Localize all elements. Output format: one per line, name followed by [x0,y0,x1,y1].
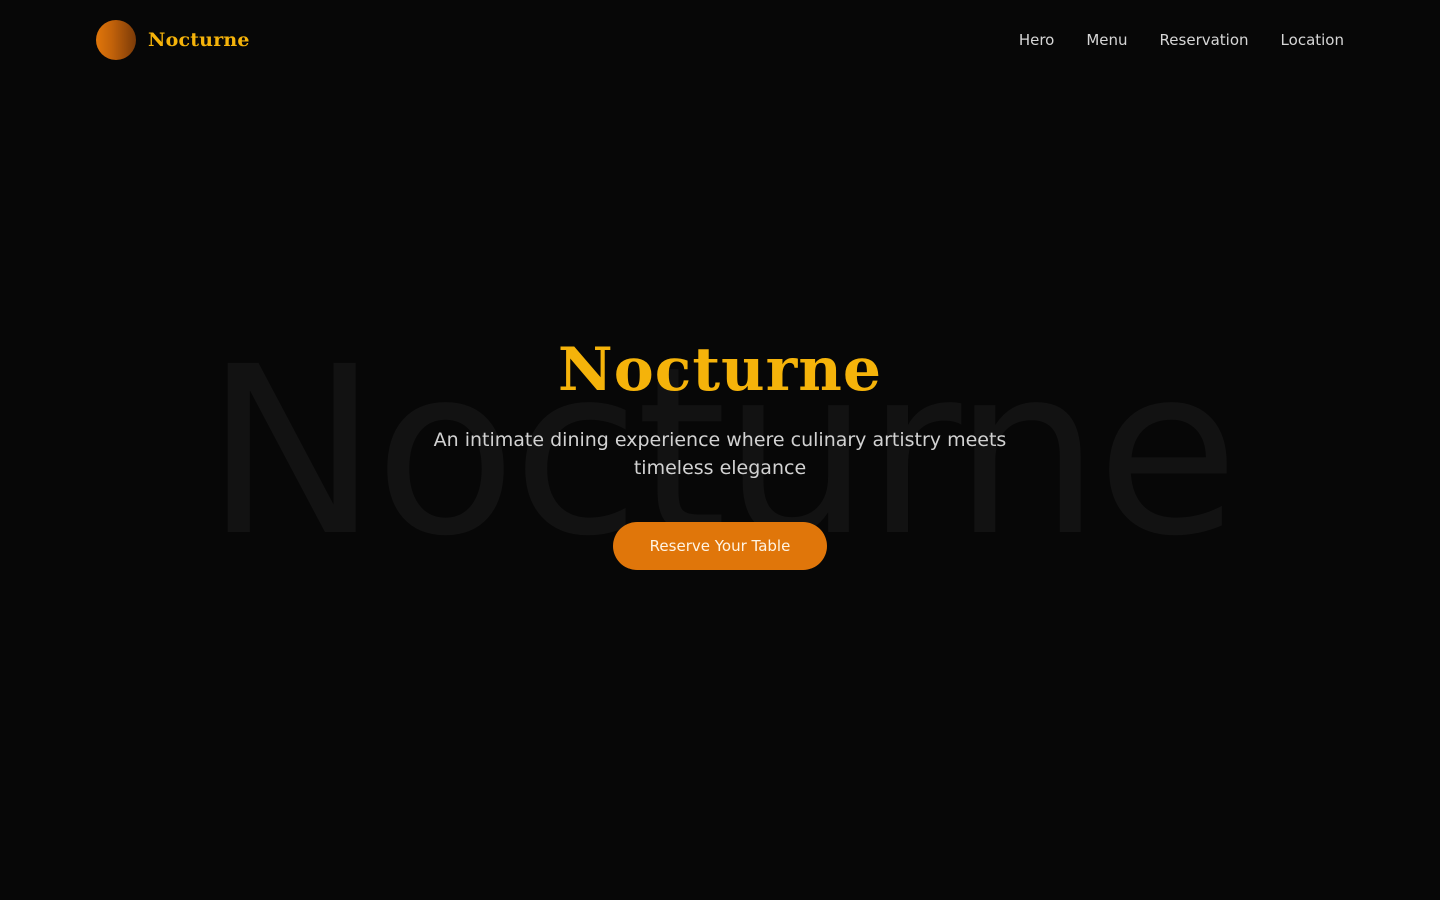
nav-link-reservation[interactable]: Reservation [1160,31,1249,49]
nav-link-menu[interactable]: Menu [1086,31,1127,49]
brand-name: Nocturne [148,29,250,51]
main-nav: Hero Menu Reservation Location [1019,31,1344,49]
hero-section: Nocturne Nocturne An intimate dining exp… [0,0,1440,900]
reserve-table-button[interactable]: Reserve Your Table [613,522,827,570]
orb-logo-icon [96,20,136,60]
page: Nocturne Nocturne An intimate dining exp… [0,0,1440,900]
hero-tagline: An intimate dining experience where culi… [433,429,1007,479]
nav-link-location[interactable]: Location [1281,31,1344,49]
hero-title: Nocturne [557,335,883,405]
brand-link[interactable]: Nocturne [96,20,250,60]
nav-link-hero[interactable]: Hero [1019,31,1055,49]
site-header: Nocturne Hero Menu Reservation Location [0,0,1440,80]
